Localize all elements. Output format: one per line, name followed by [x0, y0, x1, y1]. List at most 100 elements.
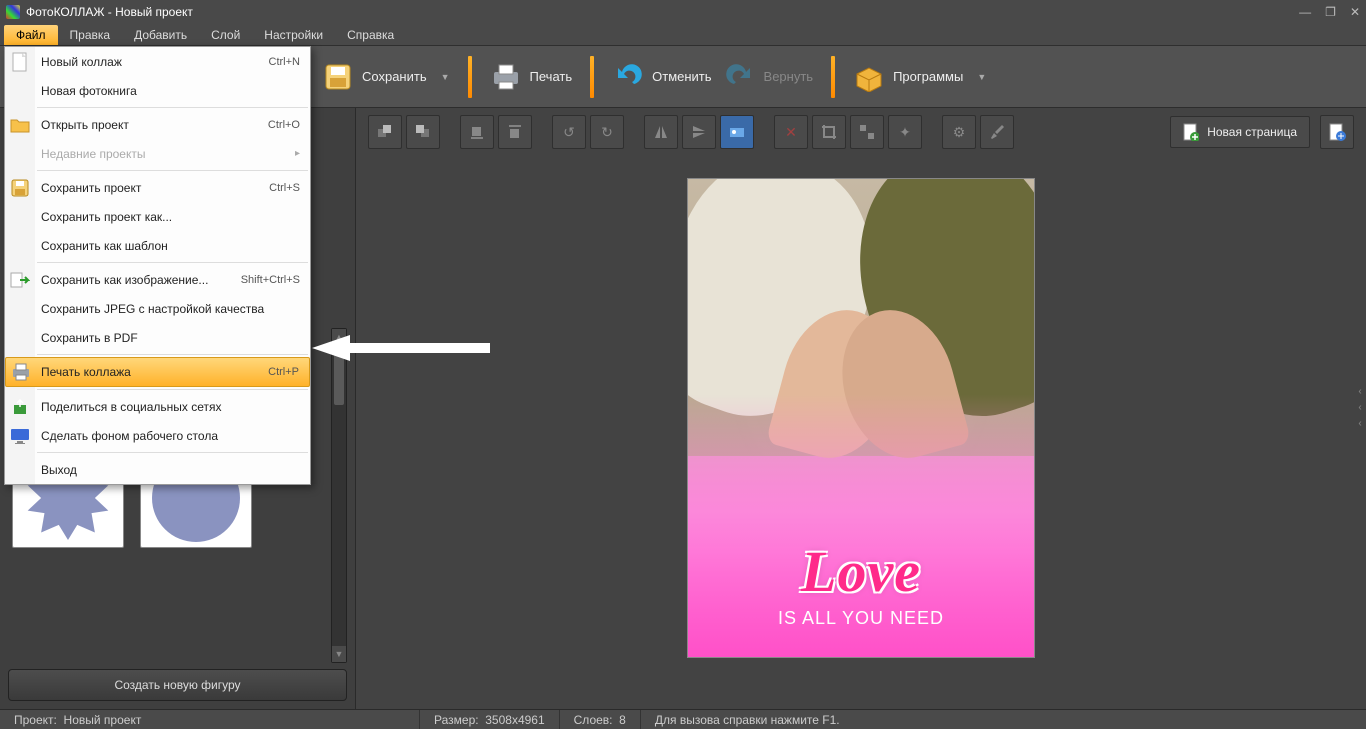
status-size-value: 3508x4961: [485, 713, 544, 727]
page-settings-button[interactable]: [1320, 115, 1354, 149]
status-layers-value: 8: [619, 713, 626, 727]
desktop-icon: [5, 427, 35, 445]
canvas[interactable]: Love IS ALL YOU NEED: [687, 178, 1035, 658]
menu-item-shortcut: Ctrl+P: [268, 366, 299, 378]
dropdown-icon: ▼: [441, 72, 450, 82]
file-menu-item-12[interactable]: Сохранить в PDF: [5, 323, 310, 352]
undo-button[interactable]: Отменить: [606, 55, 717, 99]
annotation-arrow: [312, 335, 490, 361]
file-menu-item-3[interactable]: Открыть проектCtrl+O: [5, 110, 310, 139]
tool-separator: [758, 115, 770, 149]
tool-separator: [628, 115, 640, 149]
file-menu-item-8[interactable]: Сохранить как шаблон: [5, 231, 310, 260]
tool-group[interactable]: [850, 115, 884, 149]
share-icon: [5, 398, 35, 416]
file-menu-item-0[interactable]: Новый коллажCtrl+N: [5, 47, 310, 76]
menu-item-label: Сохранить в PDF: [35, 331, 300, 345]
tool-flip-h[interactable]: [644, 115, 678, 149]
menu-divider: [37, 262, 308, 263]
create-shape-button[interactable]: Создать новую фигуру: [8, 669, 347, 701]
menu-item-label: Недавние проекты: [35, 147, 295, 161]
tool-layer-down[interactable]: [498, 115, 532, 149]
tool-crop[interactable]: [812, 115, 846, 149]
printer-icon: [490, 61, 522, 93]
tool-bring-front[interactable]: [368, 115, 402, 149]
redo-button[interactable]: Вернуть: [718, 55, 820, 99]
undo-label: Отменить: [652, 69, 711, 84]
page-plus-icon: [1183, 123, 1199, 141]
menu-divider: [37, 107, 308, 108]
save-label: Сохранить: [362, 69, 427, 84]
file-menu-item-14[interactable]: Печать коллажаCtrl+P: [5, 357, 310, 387]
tool-layer-up[interactable]: [460, 115, 494, 149]
create-shape-label: Создать новую фигуру: [114, 678, 240, 692]
scroll-down-icon[interactable]: ▼: [332, 646, 346, 662]
tool-rotate-right[interactable]: ↻: [590, 115, 624, 149]
menu-divider: [37, 389, 308, 390]
menu-item-label: Сохранить как шаблон: [35, 239, 300, 253]
menu-file[interactable]: Файл: [4, 25, 58, 45]
file-menu-item-1[interactable]: Новая фотокнига: [5, 76, 310, 105]
floppy-icon: [322, 61, 354, 93]
file-menu-item-17[interactable]: Сделать фоном рабочего стола: [5, 421, 310, 450]
export-icon: [5, 271, 35, 289]
tool-settings[interactable]: ⚙: [942, 115, 976, 149]
menu-item-label: Поделиться в социальных сетях: [35, 400, 300, 414]
dropdown-icon: ▼: [977, 72, 986, 82]
status-project-value: Новый проект: [64, 713, 142, 727]
tool-brush[interactable]: [980, 115, 1014, 149]
redo-label: Вернуть: [764, 69, 814, 84]
file-menu-item-16[interactable]: Поделиться в социальных сетях: [5, 392, 310, 421]
redo-icon: [724, 61, 756, 93]
menu-divider: [37, 170, 308, 171]
file-menu-item-19[interactable]: Выход: [5, 455, 310, 484]
menu-add[interactable]: Добавить: [122, 25, 199, 45]
menu-help[interactable]: Справка: [335, 25, 406, 45]
save-button[interactable]: Сохранить ▼: [316, 55, 456, 99]
canvas-title-text: Love: [688, 538, 1034, 605]
undo-icon: [612, 61, 644, 93]
maximize-button[interactable]: ❐: [1325, 5, 1336, 19]
file-menu-item-6[interactable]: Сохранить проектCtrl+S: [5, 173, 310, 202]
statusbar: Проект: Новый проект Размер: 3508x4961 С…: [0, 709, 1366, 729]
menu-item-label: Новый коллаж: [35, 55, 269, 69]
gallery-scrollbar[interactable]: ▲ ▼: [331, 328, 347, 663]
titlebar: ФотоКОЛЛАЖ - Новый проект — ❐ ✕: [0, 0, 1366, 24]
menu-settings[interactable]: Настройки: [252, 25, 335, 45]
menu-divider: [37, 354, 308, 355]
file-menu-item-4: Недавние проекты▸: [5, 139, 310, 168]
menu-item-label: Сохранить JPEG с настройкой качества: [35, 302, 300, 316]
toolbar-separator: [468, 56, 472, 98]
canvas-area: ↺ ↻ ✕ ✦ ⚙ Новая страница: [356, 108, 1366, 709]
close-button[interactable]: ✕: [1350, 5, 1360, 19]
right-edge-handles[interactable]: ‹ ‹ ‹: [1356, 386, 1364, 432]
menu-layer[interactable]: Слой: [199, 25, 252, 45]
menu-edit[interactable]: Правка: [58, 25, 123, 45]
file-menu-item-11[interactable]: Сохранить JPEG с настройкой качества: [5, 294, 310, 323]
tool-delete[interactable]: ✕: [774, 115, 808, 149]
tool-send-back[interactable]: [406, 115, 440, 149]
tool-flip-v[interactable]: [682, 115, 716, 149]
menu-item-label: Открыть проект: [35, 118, 268, 132]
menu-divider: [37, 452, 308, 453]
new-page-button[interactable]: Новая страница: [1170, 116, 1310, 148]
menu-item-shortcut: Ctrl+N: [269, 56, 300, 68]
tool-rotate-left[interactable]: ↺: [552, 115, 586, 149]
tool-fit[interactable]: [720, 115, 754, 149]
menu-item-label: Сохранить проект как...: [35, 210, 300, 224]
toolbar-separator: [831, 56, 835, 98]
tool-magic[interactable]: ✦: [888, 115, 922, 149]
file-menu-item-10[interactable]: Сохранить как изображение...Shift+Ctrl+S: [5, 265, 310, 294]
print-button[interactable]: Печать: [484, 55, 579, 99]
disk-icon: [5, 179, 35, 197]
menu-item-label: Сделать фоном рабочего стола: [35, 429, 300, 443]
minimize-button[interactable]: —: [1299, 5, 1311, 19]
file-dropdown-menu: Новый коллажCtrl+NНовая фотокнигаОткрыть…: [4, 46, 311, 485]
status-project-label: Проект:: [14, 713, 57, 727]
programs-button[interactable]: Программы ▼: [847, 55, 992, 99]
file-menu-item-7[interactable]: Сохранить проект как...: [5, 202, 310, 231]
submenu-arrow-icon: ▸: [295, 148, 300, 159]
tool-separator: [536, 115, 548, 149]
menu-item-shortcut: Ctrl+S: [269, 182, 300, 194]
app-icon: [6, 5, 20, 19]
